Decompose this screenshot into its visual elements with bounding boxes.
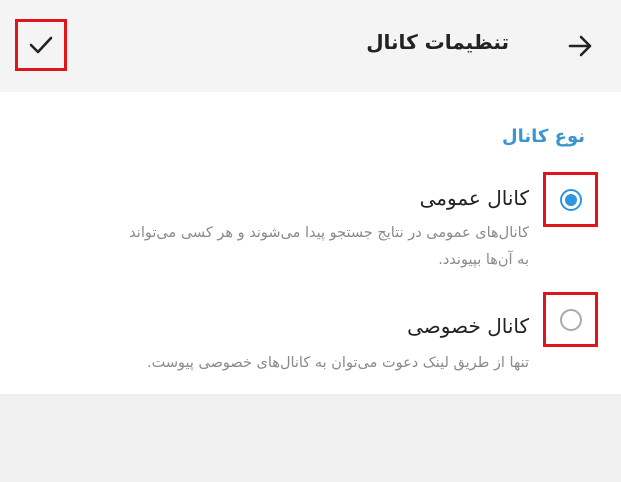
option-description-public-line2: به آن‌ها بپیوندد. (438, 252, 529, 268)
option-title-public: کانال عمومی (419, 186, 529, 210)
option-description-public-line1: کانال‌های عمومی در نتایج جستجو پیدا می‌ش… (129, 225, 529, 241)
channel-type-panel: نوع کانال کانال عمومی کانال‌های عمومی در… (0, 92, 621, 394)
top-bar: تنظیمات کانال (0, 0, 621, 92)
back-button[interactable] (562, 28, 598, 64)
radio-public-channel-highlight[interactable] (543, 172, 598, 227)
option-title-private: کانال خصوصی (407, 314, 529, 338)
radio-private-channel[interactable] (559, 308, 582, 331)
checkmark-icon (29, 36, 53, 54)
section-title: نوع کانال (502, 126, 585, 147)
radio-public-channel[interactable] (559, 188, 582, 211)
radio-private-channel-highlight[interactable] (543, 292, 598, 347)
option-description-private: تنها از طریق لینک دعوت می‌توان به کانال‌… (146, 355, 529, 371)
arrow-right-icon (568, 35, 592, 57)
page-title: تنظیمات کانال (366, 30, 509, 54)
confirm-button[interactable] (15, 19, 67, 71)
